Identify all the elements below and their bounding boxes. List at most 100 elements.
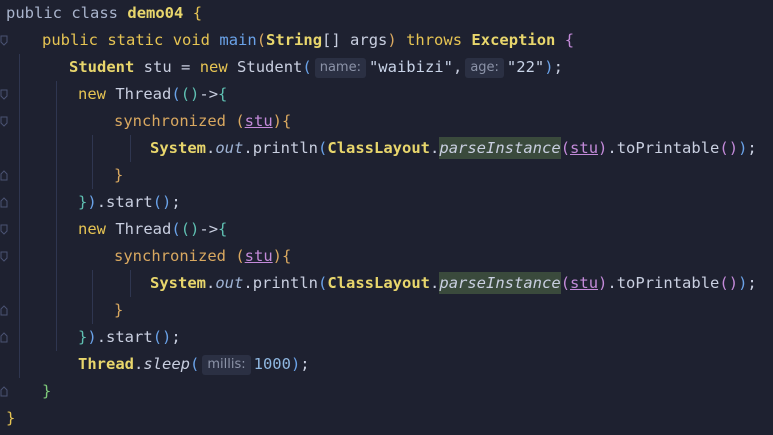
paren: ( bbox=[302, 58, 312, 76]
fold-end-icon[interactable] bbox=[0, 197, 8, 208]
fold-end-icon[interactable] bbox=[0, 386, 8, 397]
arrow: -> bbox=[199, 85, 219, 103]
paren: ( bbox=[560, 139, 571, 157]
fold-icon[interactable] bbox=[0, 35, 8, 46]
dot: . bbox=[243, 139, 253, 157]
string-literal: "waibizi" bbox=[368, 58, 453, 76]
type-name: Student bbox=[69, 58, 135, 76]
code-line-1[interactable]: public class demo04 { bbox=[0, 0, 773, 27]
comma: , bbox=[452, 58, 463, 76]
semicolon: ; bbox=[171, 193, 181, 211]
number-literal: 1000 bbox=[253, 355, 291, 373]
string-literal: "22" bbox=[506, 58, 545, 76]
brace: { bbox=[282, 112, 292, 130]
method-name: toPrintable bbox=[616, 139, 720, 157]
static-method: parseInstance bbox=[439, 272, 561, 294]
method-name: toPrintable bbox=[616, 274, 720, 292]
fold-icon[interactable] bbox=[0, 89, 8, 100]
method-name: main bbox=[219, 31, 257, 49]
brace: } bbox=[114, 301, 124, 319]
paren: ) bbox=[87, 328, 97, 346]
dot: . bbox=[430, 139, 440, 157]
param-name: args bbox=[350, 31, 388, 49]
arrow: -> bbox=[199, 220, 219, 238]
code-line-3[interactable]: Student stu = new Student(name: "waibizi"… bbox=[0, 54, 773, 81]
paren: ( bbox=[180, 85, 191, 103]
paren: ) bbox=[738, 139, 748, 157]
fold-icon[interactable] bbox=[0, 116, 8, 127]
dot: . bbox=[206, 274, 216, 292]
brace: } bbox=[42, 382, 52, 400]
constructor: Student bbox=[237, 58, 303, 76]
paren: ) bbox=[598, 274, 608, 292]
fold-end-icon[interactable] bbox=[0, 170, 8, 181]
code-line-12[interactable]: } bbox=[0, 297, 773, 324]
code-line-4[interactable]: new Thread(()->{ bbox=[0, 81, 773, 108]
semicolon: ; bbox=[747, 274, 757, 292]
keyword: static bbox=[107, 31, 164, 49]
operator: = bbox=[181, 58, 191, 76]
method-name: println bbox=[252, 139, 319, 157]
fold-icon[interactable] bbox=[0, 224, 8, 235]
keyword: new bbox=[78, 220, 106, 238]
paren: ) bbox=[738, 274, 748, 292]
dot: . bbox=[206, 139, 216, 157]
keyword: throws bbox=[406, 31, 463, 49]
dot: . bbox=[243, 274, 253, 292]
field: out bbox=[215, 274, 244, 292]
keyword: public bbox=[6, 4, 62, 22]
code-line-2[interactable]: public static void main(String[] args) t… bbox=[0, 27, 773, 54]
code-line-8[interactable]: }).start(); bbox=[0, 189, 773, 216]
code-line-13[interactable]: }).start(); bbox=[0, 324, 773, 351]
method-call: .start bbox=[96, 328, 153, 346]
code-line-11[interactable]: System.out.println(ClassLayout.parseInst… bbox=[0, 270, 773, 297]
keyword: class bbox=[71, 4, 119, 22]
code-line-6[interactable]: System.out.println(ClassLayout.parseInst… bbox=[0, 135, 773, 162]
keyword: new bbox=[199, 58, 228, 76]
class-name: Thread bbox=[115, 220, 172, 238]
code-editor[interactable]: public class demo04 { public static void… bbox=[0, 0, 773, 435]
class-name: Thread bbox=[115, 85, 172, 103]
paren: ( bbox=[171, 220, 181, 238]
paren: ) bbox=[272, 112, 283, 130]
fold-icon[interactable] bbox=[0, 251, 8, 262]
semicolon: ; bbox=[171, 328, 181, 346]
semicolon: ; bbox=[747, 139, 757, 157]
code-line-5[interactable]: synchronized (stu){ bbox=[0, 108, 773, 135]
code-line-14[interactable]: Thread.sleep(millis: 1000); bbox=[0, 351, 773, 378]
code-line-15[interactable]: } bbox=[0, 378, 773, 405]
brace: } bbox=[78, 193, 88, 211]
fold-end-icon[interactable] bbox=[0, 305, 8, 316]
paren: ( bbox=[171, 85, 181, 103]
paren: ) bbox=[598, 139, 608, 157]
class-name: System bbox=[150, 274, 206, 292]
param-hint: name: bbox=[314, 58, 366, 78]
paren: ) bbox=[728, 274, 739, 292]
semicolon: ; bbox=[553, 58, 563, 76]
fold-end-icon[interactable] bbox=[0, 332, 8, 343]
class-name: System bbox=[150, 139, 206, 157]
paren: ( bbox=[318, 274, 328, 292]
paren: ( bbox=[318, 139, 328, 157]
paren: ) bbox=[190, 220, 200, 238]
paren: ) bbox=[544, 58, 554, 76]
brace: { bbox=[564, 31, 575, 49]
dot: . bbox=[430, 274, 440, 292]
paren: ( bbox=[256, 31, 267, 49]
variable: stu bbox=[244, 112, 273, 130]
type-name: String bbox=[266, 31, 323, 49]
paren: ) bbox=[87, 193, 97, 211]
paren: ) bbox=[728, 139, 739, 157]
paren: ) bbox=[290, 355, 301, 373]
keyword: public bbox=[42, 31, 98, 49]
keyword: new bbox=[78, 85, 106, 103]
code-line-16[interactable]: } bbox=[0, 405, 773, 432]
code-line-9[interactable]: new Thread(()->{ bbox=[0, 216, 773, 243]
code-line-7[interactable]: } bbox=[0, 162, 773, 189]
variable: stu bbox=[244, 247, 273, 265]
dot: . bbox=[607, 274, 617, 292]
code-line-10[interactable]: synchronized (stu){ bbox=[0, 243, 773, 270]
array-brackets: [] bbox=[322, 31, 341, 49]
brace: } bbox=[6, 409, 16, 427]
method-call: .start bbox=[96, 193, 153, 211]
